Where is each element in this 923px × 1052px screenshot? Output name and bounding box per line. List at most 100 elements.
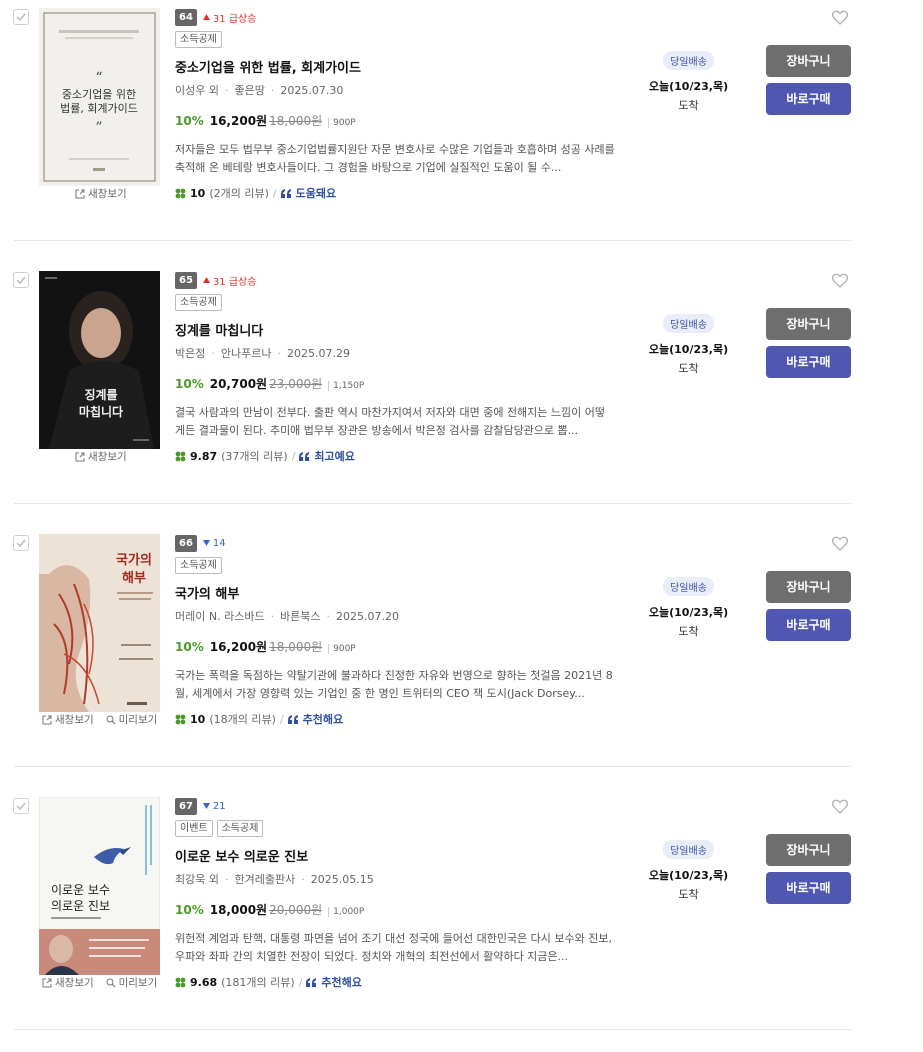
add-to-cart-button[interactable]: 장바구니 [766,45,851,77]
book-info: 64 31 급상승 소득공제 중소기업을 위한 법률, 회계가이드 이성우 외 ·… [175,8,615,201]
book-meta: 머레이 N. 라스바드 · 바른북스 · 2025.07.20 [175,610,400,623]
external-link-icon [75,189,85,198]
open-new-window-link[interactable]: 새창보기 [42,712,94,727]
open-new-window-link[interactable]: 새창보기 [75,186,127,201]
look-inside-link[interactable]: 미리보기 [106,975,158,990]
checkbox-icon[interactable] [13,9,29,25]
book-info: 67 21 이벤트 소득공제 이로운 보수 의로운 진보 최강욱 외 · 한겨레출판… [175,797,615,990]
review-summary[interactable]: 9.68 (181개의 리뷰) / 추천해요 [175,974,615,990]
checkbox-icon[interactable] [13,272,29,288]
book-cover[interactable]: 이로운 보수 의로운 진보 [39,797,160,975]
book-info: 66 14 소득공제 국가의 해부 머레이 N. 라스바드 · 바른북스 · 2025.… [175,534,615,727]
open-new-window-link[interactable]: 새창보기 [75,449,127,464]
cover-links: 새창보기 [75,186,127,201]
book-description: 국가는 폭력을 독점하는 약탈기관에 불과하다 진정한 자유와 번영으로 향하는… [175,669,613,700]
cover-title-line-2: 마칩니다 [79,404,123,419]
author[interactable]: 머레이 N. 라스바드 [175,610,265,623]
cover-title-line-1: 이로운 보수 [51,883,110,897]
cover-links: 새창보기 [75,449,127,464]
magnifier-icon [106,978,116,987]
heart-icon[interactable] [832,273,848,288]
same-day-badge: 당일배송 [663,314,714,333]
price-line: 10% 18,000원 20,000원 1,000P [175,901,615,918]
rank-badge: 64 [175,8,197,26]
look-inside-link[interactable]: 미리보기 [106,712,157,727]
heart-icon[interactable] [832,799,848,814]
pub-date: 2025.07.20 [336,610,400,623]
rating-clover-icon [175,977,186,987]
publisher[interactable]: 좋은땅 [234,84,264,97]
sale-price: 16,200원 [209,114,268,128]
divider [14,240,851,241]
book-meta: 이성우 외 · 좋은땅 · 2025.07.30 [175,84,344,97]
checkbox-icon[interactable] [13,535,29,551]
cover-title-line-2: 해부 [122,570,146,586]
tag-income-deduction: 소득공제 [175,557,222,574]
sale-price: 20,700원 [209,377,268,391]
book-title[interactable]: 이로운 보수 의로운 진보 [175,846,615,865]
book-title[interactable]: 중소기업을 위한 법률, 회계가이드 [175,57,615,76]
original-price: 20,000원 [269,903,323,917]
quote-icon [306,977,317,987]
cover-title-line-1: 징계를 [84,387,117,402]
buy-now-button[interactable]: 바로구매 [766,346,851,378]
publisher[interactable]: 바른북스 [280,610,320,623]
heart-icon[interactable] [832,536,848,551]
add-to-cart-button[interactable]: 장바구니 [766,571,851,603]
price-line: 10% 16,200원 18,000원 900P [175,112,615,129]
sale-price: 18,000원 [209,903,268,917]
buy-now-button[interactable]: 바로구매 [766,83,851,115]
shipping-info: 당일배송 오늘(10/23,목) 도착 [641,313,736,376]
same-day-badge: 당일배송 [663,577,714,596]
divider [14,503,851,504]
arrow-up-icon [202,14,210,20]
author[interactable]: 박은정 [175,347,205,360]
discount-rate: 10% [175,640,204,654]
look-inside-label: 미리보기 [118,977,158,989]
book-cover[interactable]: 국가의 해부 [39,534,160,712]
add-to-cart-button[interactable]: 장바구니 [766,834,851,866]
cover-title-line-2: 의로운 진보 [51,899,110,913]
review-summary[interactable]: 9.87 (37개의 리뷰) / 최고예요 [175,448,615,464]
heart-icon[interactable] [832,10,848,25]
review-score: 9.68 [190,975,218,989]
checkbox-icon[interactable] [13,798,29,814]
book-description: 위헌적 계엄과 탄핵, 대통령 파면을 넘어 조기 대선 정국에 들어선 대한민… [175,932,613,963]
buy-now-button[interactable]: 바로구매 [766,609,851,641]
list-item: 이로운 보수 의로운 진보 새창보기 미리보기 67 21 이벤트 소득공제 이… [0,789,923,1052]
review-summary[interactable]: 10 (18개의 리뷰) / 추천해요 [175,711,615,727]
add-to-cart-button[interactable]: 장바구니 [766,308,851,340]
book-cover[interactable]: “ 중소기업을 위한 법률, 회계가이드 ” [39,8,160,186]
review-score: 10 [190,186,206,200]
publisher[interactable]: 한겨레출판사 [234,873,295,886]
same-day-badge: 당일배송 [663,840,714,859]
review-score: 10 [190,712,206,726]
shipping-info: 당일배송 오늘(10/23,목) 도착 [641,839,736,902]
open-new-window-link[interactable]: 새창보기 [42,975,94,990]
divider [14,1029,851,1030]
rank-badge: 67 [175,797,197,815]
original-price: 18,000원 [269,640,323,654]
book-cover[interactable]: 징계를 마칩니다 [39,271,160,449]
open-new-window-label: 새창보기 [55,977,94,989]
author[interactable]: 최강욱 외 [175,873,219,886]
rank-trend: 31 급상승 [202,10,256,25]
author[interactable]: 이성우 외 [175,84,219,97]
review-summary[interactable]: 10 (2개의 리뷰) / 도움돼요 [175,185,615,201]
price-line: 10% 20,700원 23,000원 1,150P [175,375,615,392]
cover-title-line-2: 법률, 회계가이드 [60,102,138,115]
review-keyword: 추천해요 [302,713,344,726]
rating-clover-icon [175,188,186,198]
book-title[interactable]: 국가의 해부 [175,583,615,602]
review-count: (181개의 리뷰) [221,976,295,989]
delivery-arrive: 도착 [678,625,699,638]
publisher[interactable]: 안나푸르나 [221,347,272,360]
arrow-down-icon [202,540,210,546]
book-description: 결국 사람과의 만남이 전부다. 출판 역시 마찬가지여서 저자와 대면 중에 … [175,406,606,437]
buy-now-button[interactable]: 바로구매 [766,872,851,904]
book-title[interactable]: 징계를 마칩니다 [175,320,615,339]
rank-trend-text: 31 급상승 [212,276,257,288]
divider [14,766,851,767]
delivery-day: 오늘(10/23,목) [648,869,729,882]
external-link-icon [75,452,85,461]
